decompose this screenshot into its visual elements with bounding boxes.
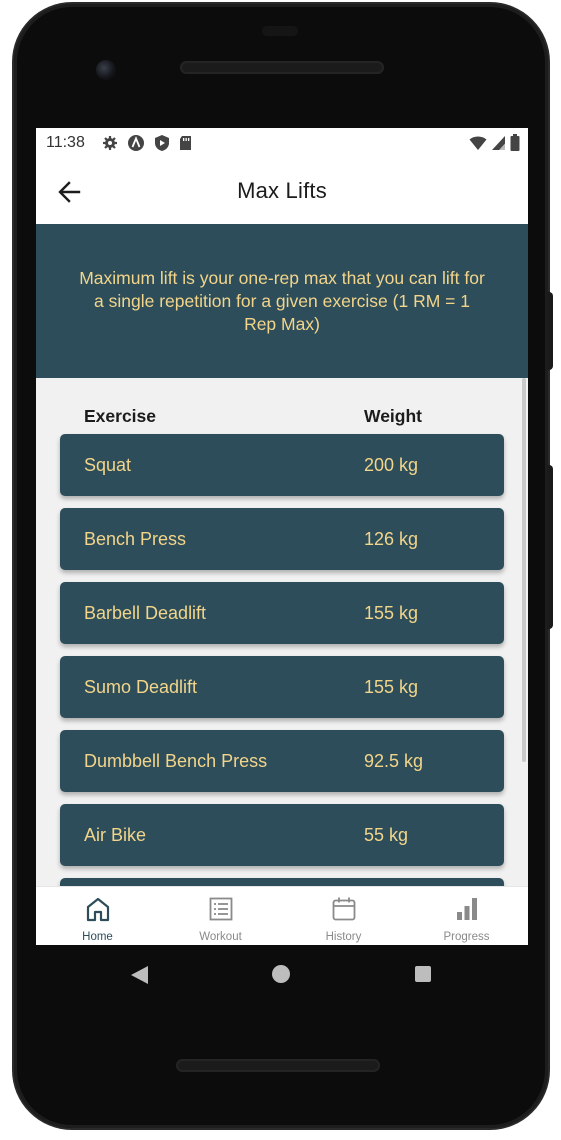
list-item[interactable]: Dumbbell Bench Press 92.5 kg <box>60 730 504 792</box>
wifi-icon <box>469 136 487 150</box>
signal-icon <box>492 135 505 150</box>
exercise-weight: 155 kg <box>364 677 419 697</box>
exercise-weight: 155 kg <box>364 603 419 623</box>
front-camera <box>96 60 116 80</box>
exercise-weight: 92.5 kg <box>364 751 424 771</box>
app-screen: 11:38 Max Lifts Maximum lift is your one… <box>36 128 528 945</box>
a-badge-icon <box>128 135 144 151</box>
bottom-navigation: Home Workout History Progress <box>36 886 528 945</box>
exercise-name: Dumbbell Bench Press <box>84 751 268 771</box>
battery-icon <box>510 134 520 151</box>
exercise-weight: 55 kg <box>364 825 409 845</box>
shield-icon <box>155 135 169 151</box>
nav-item-workout[interactable]: Workout <box>159 887 282 945</box>
exercise-name: Sumo Deadlift <box>84 677 198 697</box>
status-bar: 11:38 <box>36 128 528 158</box>
nav-label-history: History <box>325 931 362 943</box>
list-item[interactable]: Barbell Deadlift 155 kg <box>60 582 504 644</box>
back-triangle-icon[interactable] <box>128 964 150 986</box>
list-item[interactable]: Sumo Deadlift 155 kg <box>60 656 504 718</box>
info-banner-text: Maximum lift is your one-rep max that yo… <box>79 267 485 334</box>
list-item[interactable]: Squat 200 kg <box>60 434 504 496</box>
exercise-name: Bench Press <box>84 529 187 549</box>
status-icons-right <box>469 134 520 151</box>
gear-icon <box>103 136 117 150</box>
home-icon <box>86 897 110 922</box>
top-sensor <box>262 26 298 36</box>
volume-button <box>547 465 553 629</box>
list-item[interactable]: Bench Press 126 kg <box>60 508 504 570</box>
page-title: Max Lifts <box>237 178 327 203</box>
column-header-weight: Weight <box>364 406 423 426</box>
exercise-weight: 126 kg <box>364 529 419 549</box>
bottom-speaker <box>176 1059 380 1072</box>
recents-square-icon[interactable] <box>415 966 431 982</box>
nav-label-home: Home <box>82 931 113 943</box>
list-item[interactable]: Air Bike 55 kg <box>60 804 504 866</box>
exercise-weight: 200 kg <box>364 455 419 475</box>
nav-item-home[interactable]: Home <box>36 887 159 945</box>
power-button <box>547 292 553 370</box>
scrollbar[interactable] <box>522 378 526 762</box>
system-navigation-bar <box>36 945 528 1003</box>
list-header: Exercise Weight <box>36 404 528 428</box>
sd-card-icon <box>180 136 191 150</box>
list-icon <box>209 897 233 921</box>
exercise-name: Barbell Deadlift <box>84 603 207 623</box>
status-icons-left <box>102 134 192 152</box>
column-header-exercise: Exercise <box>84 406 157 426</box>
nav-label-progress: Progress <box>443 931 490 943</box>
status-time: 11:38 <box>46 134 85 151</box>
nav-item-history[interactable]: History <box>282 887 405 945</box>
info-banner: Maximum lift is your one-rep max that yo… <box>36 224 528 378</box>
home-circle-icon[interactable] <box>272 965 290 983</box>
calendar-icon <box>332 897 356 921</box>
nav-label-workout: Workout <box>199 931 242 943</box>
top-speaker <box>180 61 384 74</box>
bar-chart-icon <box>457 898 477 920</box>
app-bar: Max Lifts <box>36 158 528 224</box>
exercise-name: Squat <box>84 455 132 475</box>
nav-item-progress[interactable]: Progress <box>405 887 528 945</box>
exercise-name: Air Bike <box>84 825 147 845</box>
